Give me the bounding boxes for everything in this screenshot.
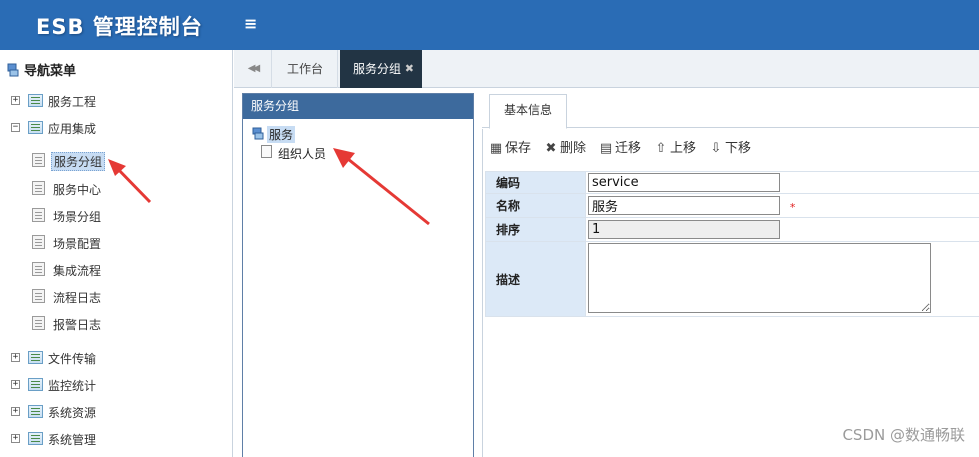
sidebar-item-label: 系统资源	[48, 406, 97, 420]
move-up-button[interactable]: ⇧ 上移	[654, 139, 696, 159]
move-down-button[interactable]: ⇩ 下移	[709, 139, 751, 159]
main-content: 服务分组 服务 组织人员 基本信息 ▦ 保存 ✖ 删除 ▤ 迁移 ⇧ 上移 ⇩ …	[234, 89, 979, 457]
sidebar-item-label: 文件传输	[48, 352, 97, 366]
sidebar-title: 导航菜单	[24, 64, 77, 79]
move-up-label: 上移	[670, 141, 697, 156]
tab-service-group[interactable]: 服务分组 ✖	[340, 50, 422, 88]
sidebar-item-service-group[interactable]: 服务分组	[0, 150, 232, 172]
tab-label: 服务分组	[353, 62, 402, 76]
sidebar: 导航菜单 + 服务工程 − 应用集成 服务分组 服务中心 场景分组 场景配置 集…	[0, 50, 233, 457]
app-title: ESB 管理控制台	[36, 15, 203, 39]
sidebar-item-label: 系统管理	[48, 433, 97, 447]
tree-node-child[interactable]: 组织人员	[278, 145, 326, 162]
scroll-tabs-left-icon[interactable]: ◀◀	[234, 50, 272, 88]
sidebar-item-service-center[interactable]: 服务中心	[0, 178, 232, 200]
sidebar-item-label: 服务中心	[53, 183, 102, 197]
sidebar-item-label: 场景配置	[53, 237, 102, 251]
page-icon	[32, 289, 45, 303]
detail-body: ▦ 保存 ✖ 删除 ▤ 迁移 ⇧ 上移 ⇩ 下移 编码 service 名称 服…	[482, 129, 979, 457]
tab-workbench[interactable]: 工作台	[273, 50, 339, 88]
watermark: CSDN @数通畅联	[842, 426, 965, 444]
sidebar-item-system-management[interactable]: + 系统管理	[0, 429, 232, 451]
sidebar-item-label: 流程日志	[53, 291, 102, 305]
sidebar-item-scene-config[interactable]: 场景配置	[0, 232, 232, 254]
delete-icon: ✖	[545, 141, 557, 156]
save-label: 保存	[505, 141, 532, 156]
tab-basic-info[interactable]: 基本信息	[489, 94, 567, 129]
detail-form: 编码 名称 * 排序	[485, 171, 979, 317]
up-icon: ⇧	[655, 141, 667, 156]
sidebar-item-label: 应用集成	[48, 122, 97, 136]
delete-label: 删除	[560, 141, 587, 156]
sidebar-item-label: 集成流程	[53, 264, 102, 278]
name-label: 名称	[485, 193, 586, 218]
page-icon	[261, 145, 272, 158]
folder-icon	[28, 351, 43, 364]
move-icon: ▤	[599, 141, 613, 156]
save-icon: ▦	[489, 141, 503, 156]
move-button[interactable]: ▤ 迁移	[599, 139, 641, 159]
down-icon: ⇩	[710, 141, 722, 156]
sidebar-item-flow-log[interactable]: 流程日志	[0, 286, 232, 308]
description-label: 描述	[485, 241, 586, 317]
sidebar-item-label: 服务工程	[48, 95, 97, 109]
sidebar-item-scene-group[interactable]: 场景分组	[0, 205, 232, 227]
navigation-icon	[7, 63, 19, 77]
sidebar-item-file-transfer[interactable]: + 文件传输	[0, 348, 232, 370]
page-icon	[32, 262, 45, 276]
collapse-icon[interactable]: −	[11, 123, 20, 132]
description-field[interactable]	[588, 243, 931, 313]
sidebar-item-label: 报警日志	[53, 318, 102, 332]
expand-icon[interactable]: +	[11, 434, 20, 443]
sidebar-item-label: 监控统计	[48, 379, 97, 393]
sidebar-item-monitoring[interactable]: + 监控统计	[0, 375, 232, 397]
sidebar-item-alarm-log[interactable]: 报警日志	[0, 313, 232, 335]
folder-icon	[28, 432, 43, 445]
page-icon	[32, 153, 45, 167]
code-label: 编码	[485, 171, 586, 194]
save-button[interactable]: ▦ 保存	[489, 139, 531, 159]
move-down-label: 下移	[725, 141, 752, 156]
page-icon	[32, 316, 45, 330]
detail-tabstrip: 基本信息	[482, 89, 979, 129]
sidebar-item-integration-flow[interactable]: 集成流程	[0, 259, 232, 281]
folder-icon	[28, 121, 43, 134]
folder-icon	[28, 94, 43, 107]
detail-panel: 基本信息 ▦ 保存 ✖ 删除 ▤ 迁移 ⇧ 上移 ⇩ 下移 编码 service…	[482, 89, 979, 457]
folder-icon	[28, 405, 43, 418]
tab-bar: ◀◀ 工作台 服务分组 ✖	[234, 50, 979, 88]
expand-icon[interactable]: +	[11, 380, 20, 389]
sidebar-item-label: 服务分组	[51, 152, 106, 171]
name-field[interactable]	[588, 196, 780, 215]
folder-icon	[28, 378, 43, 391]
tree-node-root[interactable]: 服务	[267, 126, 296, 143]
order-field[interactable]	[588, 220, 780, 239]
menu-toggle-icon[interactable]: ≡	[244, 14, 257, 33]
delete-button[interactable]: ✖ 删除	[544, 139, 586, 159]
expand-icon[interactable]: +	[11, 353, 20, 362]
move-label: 迁移	[615, 141, 642, 156]
server-icon	[252, 127, 264, 140]
app-header: ESB 管理控制台 ≡	[0, 0, 979, 50]
expand-icon[interactable]: +	[11, 407, 20, 416]
sidebar-item-app-integration[interactable]: − 应用集成	[0, 118, 232, 140]
sidebar-item-label: 场景分组	[53, 210, 102, 224]
required-mark: *	[789, 201, 796, 214]
sidebar-item-system-resources[interactable]: + 系统资源	[0, 402, 232, 424]
expand-icon[interactable]: +	[11, 96, 20, 105]
page-icon	[32, 181, 45, 195]
page-icon	[32, 208, 45, 222]
order-label: 排序	[485, 217, 586, 242]
panel-title: 服务分组	[243, 94, 473, 119]
service-group-tree-panel: 服务分组 服务 组织人员	[242, 93, 474, 457]
sidebar-item-service-project[interactable]: + 服务工程	[0, 91, 232, 113]
code-field[interactable]	[588, 173, 780, 192]
close-icon[interactable]: ✖	[405, 50, 414, 88]
page-icon	[32, 235, 45, 249]
